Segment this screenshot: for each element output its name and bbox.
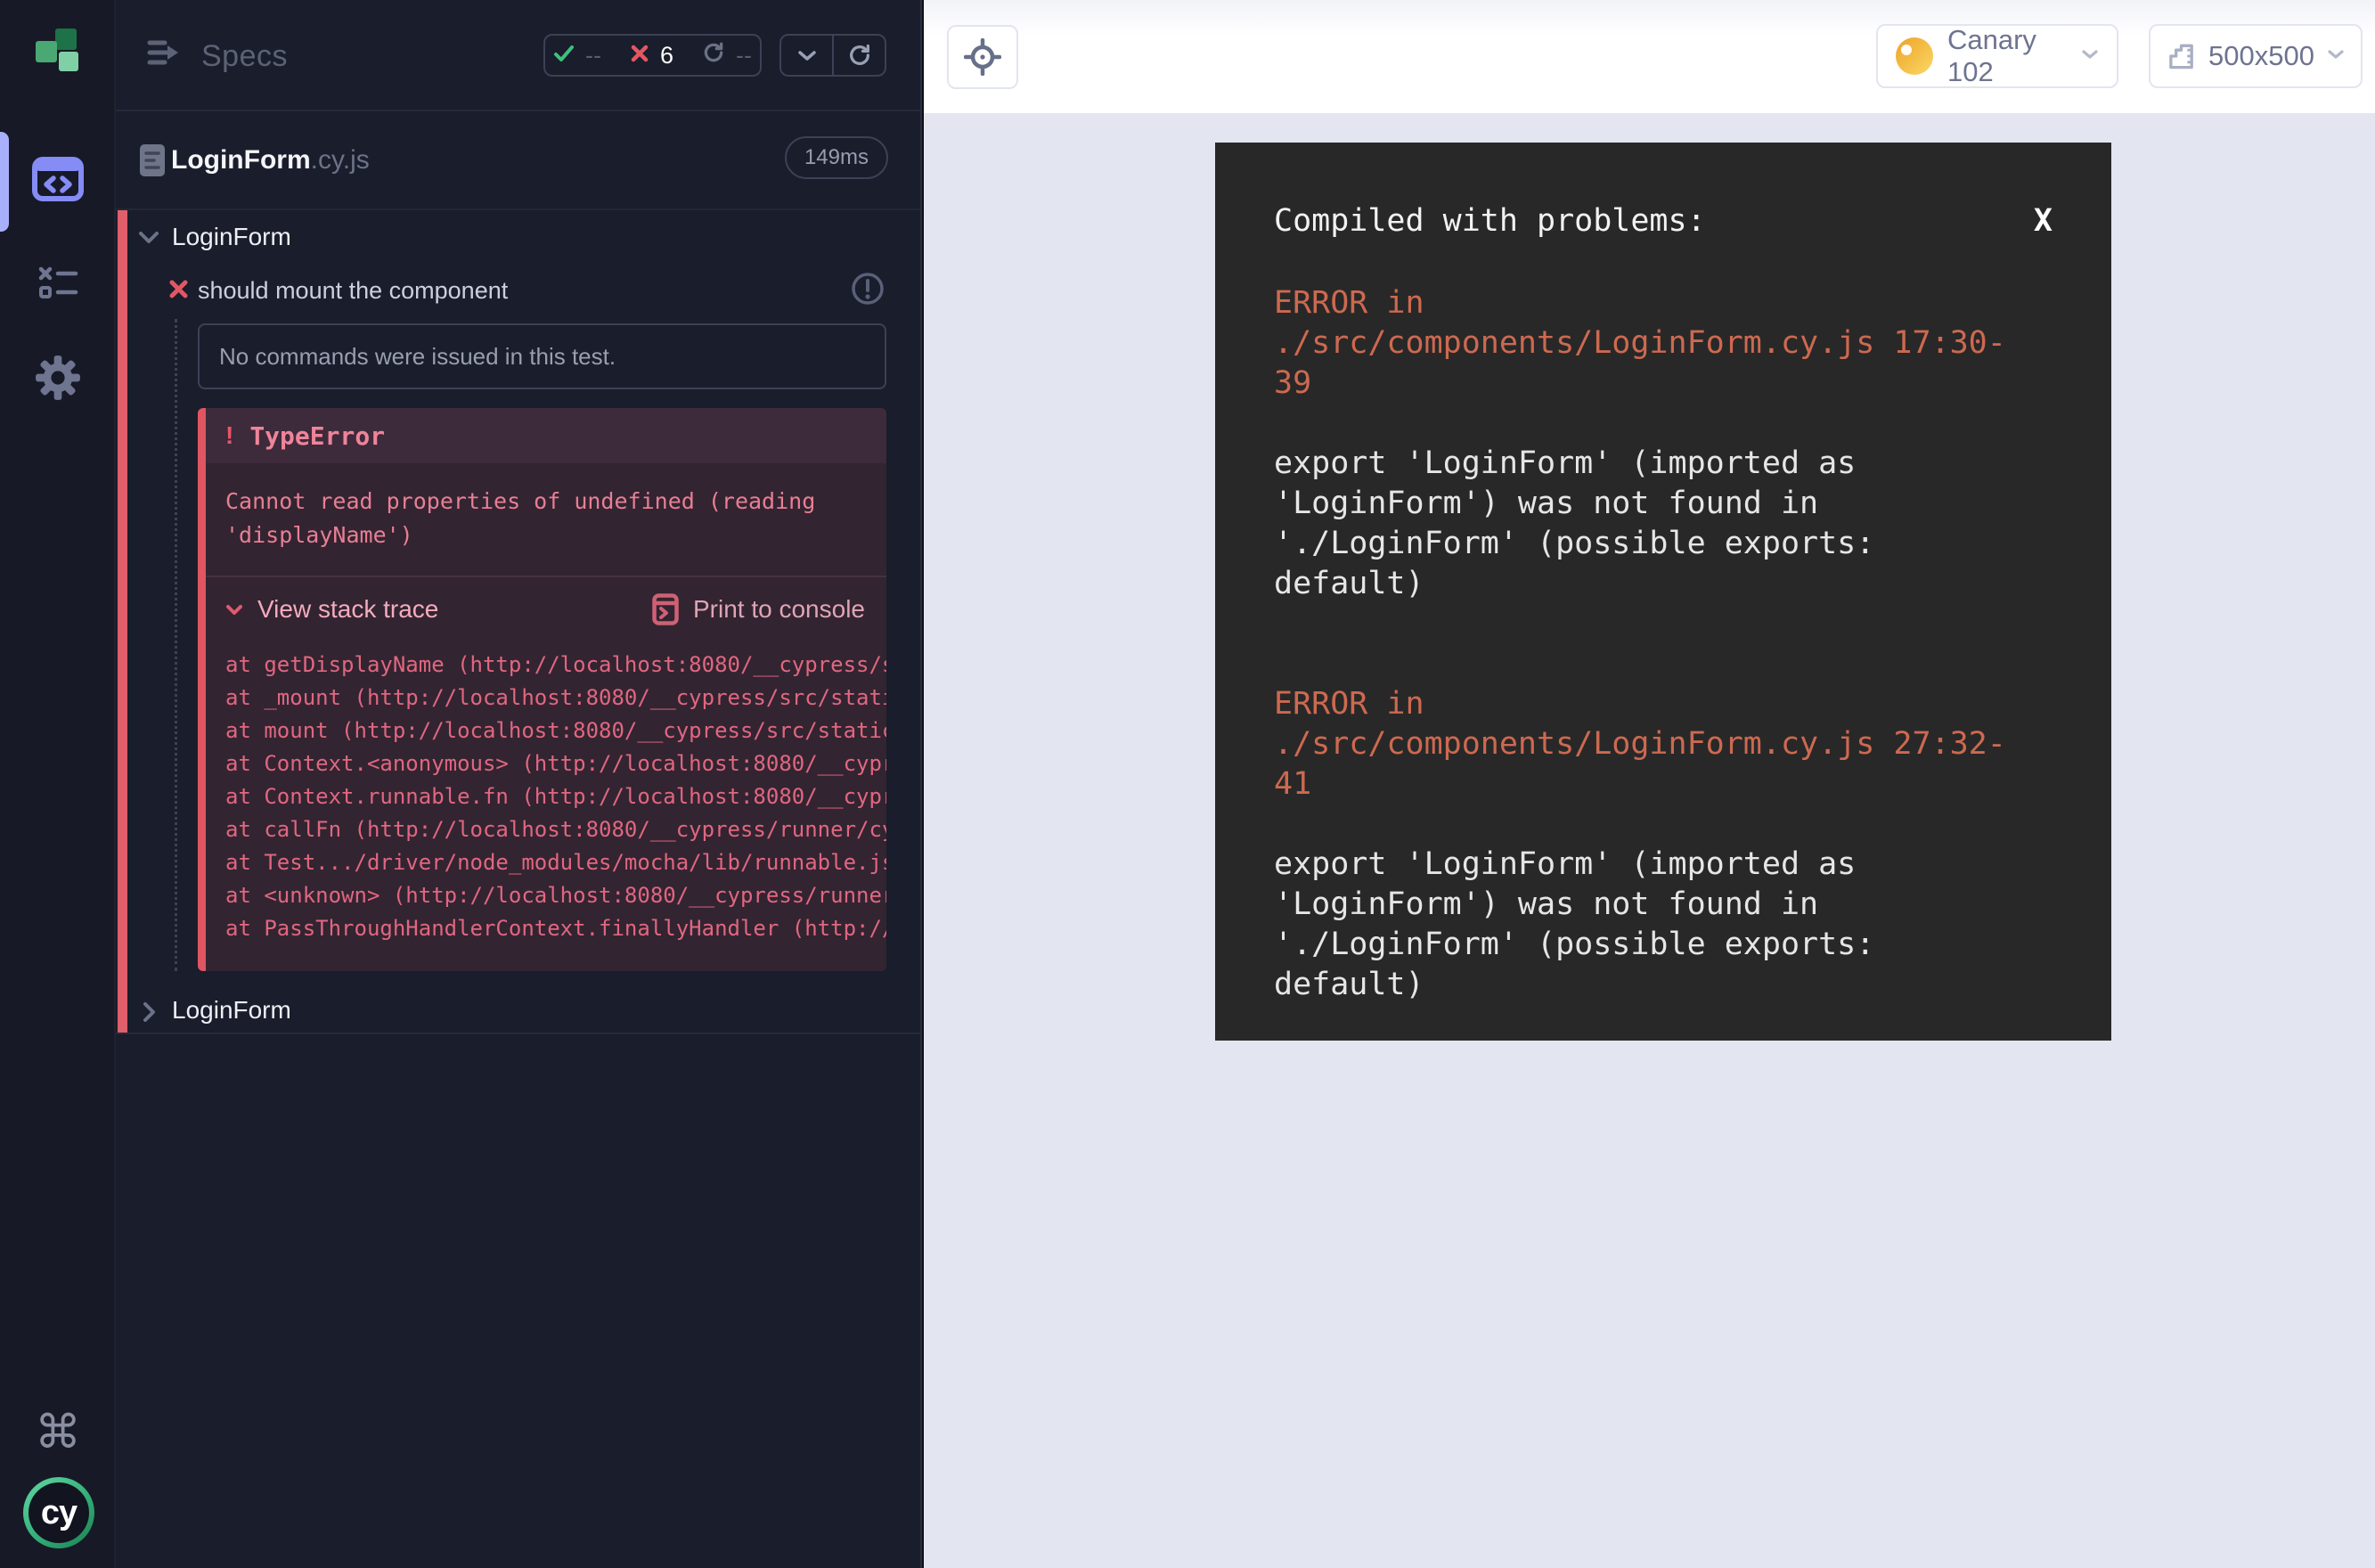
viewport-size: 500x500 [2208,40,2314,72]
browser-select-dropdown[interactable]: Canary 102 [1876,24,2118,88]
browser-name: Canary 102 [1947,24,2067,88]
spec-file-icon [139,143,166,182]
icon-sidebar: ⌘ cy [0,0,116,1568]
failed-test-row[interactable]: should mount the component [116,267,920,314]
stack-trace-line: at Context.runnable.fn (http://localhost… [225,780,886,813]
failed-x-icon [167,278,190,305]
chevron-right-icon [143,1001,156,1027]
pending-refresh-icon [702,41,725,70]
spec-file-row: LoginForm.cy.js 149ms [116,113,920,210]
print-to-console-button[interactable]: Print to console [652,593,865,625]
compile-error-block: ERROR in ./src/components/LoginForm.cy.j… [1274,283,2033,604]
test-error-panel: ! TypeError Cannot read properties of un… [198,408,886,971]
failed-count: 6 [660,42,673,69]
stack-trace-list: at getDisplayName (http://localhost:8080… [206,638,886,945]
collapsed-suite-row-loginform[interactable]: LoginForm [116,994,920,1035]
collapse-all-button[interactable] [781,36,832,75]
cypress-logo-icon [0,27,116,75]
spec-duration-badge: 149ms [785,136,888,179]
reporter-header: Specs -- 6 [116,0,920,111]
reporter-panel: Specs -- 6 [116,0,922,1568]
stack-trace-line: at Test.../driver/node_modules/mocha/lib… [225,846,886,879]
stack-trace-controls: View stack trace Print to console [206,581,886,638]
suite-title: LoginForm [172,996,291,1025]
specs-nav-code-window-icon[interactable] [0,157,116,201]
error-bang-circle-icon [849,270,886,312]
overlay-title: Compiled with problems: [1274,201,1706,241]
runs-nav-list-icon[interactable] [0,265,116,301]
chevron-down-icon [138,231,159,249]
chrome-canary-icon [1896,37,1933,75]
failed-test-indicator-strip [118,210,127,1034]
rerun-tests-button[interactable] [832,36,885,75]
chevron-down-icon [2327,48,2345,64]
view-stack-trace-toggle[interactable]: View stack trace [225,595,438,624]
specs-header: Specs [146,37,288,76]
stack-trace-line: at getDisplayName (http://localhost:8080… [225,649,886,682]
reporter-actions [779,34,886,77]
test-title: should mount the component [198,277,508,305]
stack-trace-line: at Context.<anonymous> (http://localhost… [225,747,886,780]
overlay-error-list: ERROR in ./src/components/LoginForm.cy.j… [1274,283,2053,1005]
keyboard-shortcuts-command-icon[interactable]: ⌘ [0,1406,116,1459]
ruler-icon [2167,41,2196,71]
test-stats: -- 6 -- [543,34,762,77]
cy-badge-text: cy [29,1482,89,1543]
error-bang: ! [225,421,233,450]
error-detail: export 'LoginForm' (imported as 'LoginFo… [1274,444,2033,604]
cypress-app: ⌘ cy Specs [0,0,2375,1568]
specs-toggle-icon[interactable] [146,37,184,76]
failed-x-icon [630,42,649,69]
refresh-icon [847,43,872,68]
spec-file-ext: .cy.js [311,145,370,175]
passed-check-icon [553,42,575,69]
stack-trace-line: at callFn (http://localhost:8080/__cypre… [225,813,886,846]
error-location: ERROR in ./src/components/LoginForm.cy.j… [1274,283,2033,404]
reporter-bottom-divider [116,1033,920,1034]
chevron-down-icon [225,604,243,616]
cypress-cy-badge-icon[interactable]: cy [23,1477,94,1548]
settings-gear-icon[interactable] [0,355,116,401]
pending-count: -- [736,42,752,69]
viewport-size-dropdown[interactable]: 500x500 [2149,24,2363,88]
error-name: TypeError [249,421,385,451]
specs-title-label: Specs [201,39,288,74]
compile-error-block: ERROR in ./src/components/LoginForm.cy.j… [1274,684,2033,1005]
error-message: Cannot read properties of undefined (rea… [206,463,886,577]
stage-topbar: Canary 102 500x500 [924,0,2375,113]
terminal-icon [652,593,679,625]
error-location: ERROR in ./src/components/LoginForm.cy.j… [1274,684,2033,804]
chevron-down-icon [2081,48,2099,64]
error-header: ! TypeError [206,408,886,463]
passed-count: -- [585,42,601,69]
aut-stage: Canary 102 500x500 [924,0,2375,1568]
no-commands-note: No commands were issued in this test. [198,323,886,389]
stack-trace-line: at PassThroughHandlerContext.finallyHand… [225,912,886,945]
overlay-header: Compiled with problems: X [1274,201,2053,241]
selector-playground-button[interactable] [947,25,1018,89]
overlay-close-button[interactable]: X [2034,201,2053,241]
suite-row-loginform[interactable]: LoginForm [116,219,920,264]
chevron-down-icon [797,50,817,61]
stack-trace-line: at _mount (http://localhost:8080/__cypre… [225,682,886,715]
suite-title: LoginForm [172,223,291,251]
stack-trace-line: at <unknown> (http://localhost:8080/__cy… [225,879,886,912]
error-detail: export 'LoginForm' (imported as 'LoginFo… [1274,845,2033,1005]
webpack-error-overlay: Compiled with problems: X ERROR in ./src… [1215,143,2111,1041]
stack-trace-line: at mount (http://localhost:8080/__cypres… [225,715,886,747]
crosshair-icon [964,38,1001,76]
spec-file-name: LoginForm.cy.js [171,145,370,176]
command-log-indent-line [175,319,177,971]
